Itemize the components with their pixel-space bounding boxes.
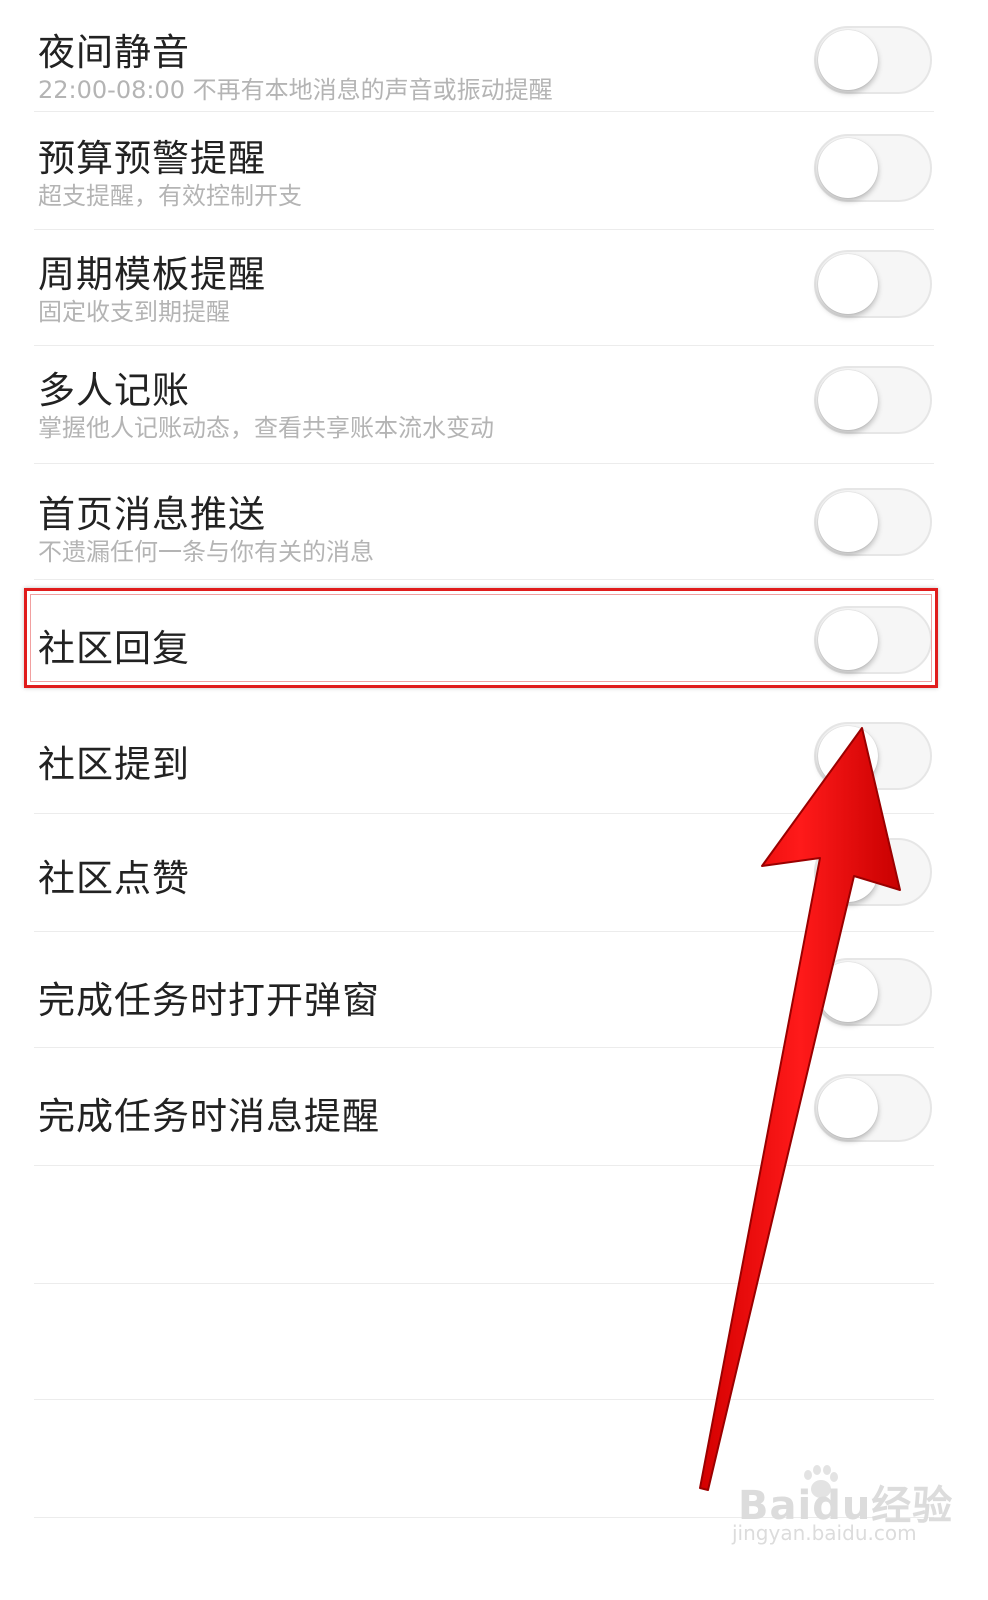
setting-title: 完成任务时打开弹窗 [38, 979, 380, 1022]
setting-title: 预算预警提醒 [38, 137, 266, 180]
setting-row-task-popup: 完成任务时打开弹窗 [34, 932, 934, 1048]
toggle-knob [818, 726, 878, 786]
setting-title: 首页消息推送 [38, 493, 266, 536]
empty-row [34, 1166, 934, 1284]
highlight-box [24, 588, 938, 688]
homepage-push-toggle[interactable] [814, 488, 932, 556]
setting-subtitle: 掌握他人记账动态，查看共享账本流水变动 [38, 414, 494, 442]
setting-title: 社区提到 [38, 743, 190, 786]
toggle-knob [818, 138, 878, 198]
setting-title: 夜间静音 [38, 31, 190, 74]
setting-subtitle: 超支提醒，有效控制开支 [38, 182, 302, 210]
recurring-template-toggle[interactable] [814, 250, 932, 318]
empty-row [34, 1284, 934, 1400]
setting-row-shared-bookkeeping: 多人记账 掌握他人记账动态，查看共享账本流水变动 [34, 346, 934, 464]
toggle-knob [818, 492, 878, 552]
setting-row-community-like: 社区点赞 [34, 814, 934, 932]
setting-title: 社区点赞 [38, 857, 190, 900]
setting-subtitle: 22:00-08:00 不再有本地消息的声音或振动提醒 [38, 76, 553, 104]
setting-row-task-message: 完成任务时消息提醒 [34, 1048, 934, 1166]
budget-alert-toggle[interactable] [814, 134, 932, 202]
toggle-knob [818, 370, 878, 430]
shared-bookkeeping-toggle[interactable] [814, 366, 932, 434]
setting-row-budget-alert: 预算预警提醒 超支提醒，有效控制开支 [34, 112, 934, 230]
toggle-knob [818, 30, 878, 90]
baidu-jingyan-watermark: Baidu经验 jingyan.baidu.com [718, 1465, 952, 1545]
toggle-knob [818, 254, 878, 314]
task-message-toggle[interactable] [814, 1074, 932, 1142]
setting-title: 多人记账 [38, 369, 190, 412]
toggle-knob [818, 842, 878, 902]
setting-row-community-mention: 社区提到 [34, 696, 934, 814]
setting-row-recurring-template: 周期模板提醒 固定收支到期提醒 [34, 230, 934, 346]
settings-page: 夜间静音 22:00-08:00 不再有本地消息的声音或振动提醒 预算预警提醒 … [0, 0, 988, 1600]
setting-row-homepage-push: 首页消息推送 不遗漏任何一条与你有关的消息 [34, 464, 934, 580]
setting-title: 周期模板提醒 [38, 253, 266, 296]
watermark-url: jingyan.baidu.com [732, 1521, 917, 1545]
toggle-knob [818, 962, 878, 1022]
night-mute-toggle[interactable] [814, 26, 932, 94]
setting-row-night-mute: 夜间静音 22:00-08:00 不再有本地消息的声音或振动提醒 [34, 0, 934, 112]
setting-subtitle: 不遗漏任何一条与你有关的消息 [38, 538, 374, 566]
community-mention-toggle[interactable] [814, 722, 932, 790]
highlight-inner-border [30, 594, 932, 682]
setting-subtitle: 固定收支到期提醒 [38, 298, 230, 326]
task-popup-toggle[interactable] [814, 958, 932, 1026]
community-like-toggle[interactable] [814, 838, 932, 906]
setting-title: 完成任务时消息提醒 [38, 1095, 380, 1138]
toggle-knob [818, 1078, 878, 1138]
